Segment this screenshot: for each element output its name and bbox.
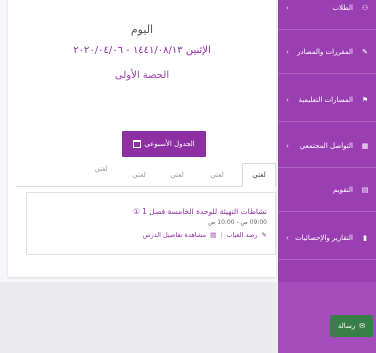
main-content: اليوم الإثنين ١٤٤١/٠٨/١٣ - ٢٠٢٠/٠٤/٠٦ ال… (0, 0, 278, 282)
chevron-left-icon: ‹ (286, 47, 289, 56)
sidebar: ‹ الطلاب ⚇ ‹ المقررات والمصادر ✎ ‹ المسا… (278, 0, 376, 353)
subject-tabs: لغتي لغتي لغتي لغتي لغتي (16, 163, 276, 187)
details-icon: ▤ (210, 231, 217, 239)
sidebar-item-community[interactable]: ‹ التواصل المجتمعي ▦ (278, 124, 376, 168)
tab-label: لغتي (132, 171, 146, 179)
period-title: الحصة الأولى (114, 70, 170, 81)
tab-lughati-2[interactable]: لغتي (202, 163, 232, 187)
lesson-title[interactable]: نشاطات التهيئة للوحدة الخامسة فصل 1 ① (133, 207, 267, 216)
chevron-left-icon: ‹ (286, 95, 289, 104)
paths-icon: ⚑ (361, 95, 369, 104)
attendance-link[interactable]: رصد الغياب (226, 231, 257, 239)
weekly-schedule-label: الجدول الأسبوعي (144, 140, 195, 148)
sidebar-item-label: المسارات التعليمية (298, 95, 353, 104)
lesson-details-link[interactable]: مشاهدة تفاصيل الدرس (143, 231, 206, 239)
sidebar-item-paths[interactable]: ‹ المسارات التعليمية ⚑ (278, 78, 376, 122)
chevron-left-icon: ‹ (286, 3, 289, 12)
calendar-icon (133, 140, 142, 148)
reports-icon: ▮ (363, 233, 367, 242)
sidebar-item-reports[interactable]: ‹ التقارير والإحصائيات ▮ (278, 216, 376, 260)
tab-label: لغتي (94, 165, 108, 173)
sidebar-item-label: المقررات والمصادر (297, 47, 353, 56)
sidebar-item-label: التقويم (333, 185, 353, 194)
message-button[interactable]: رسالة ✉ (330, 315, 373, 337)
lesson-time: 09:00 ص - 10:00 ص (208, 219, 267, 226)
mail-icon: ✉ (359, 322, 366, 330)
students-icon: ⚇ (361, 3, 369, 12)
tab-lughati-1[interactable]: لغتي (242, 163, 276, 187)
tab-label: لغتي (170, 171, 184, 179)
lesson-item: نشاطات التهيئة للوحدة الخامسة فصل 1 ① 09… (26, 192, 276, 255)
sidebar-item-label: التواصل المجتمعي (299, 141, 353, 150)
tab-lughati-5[interactable]: لغتي (86, 157, 116, 181)
schedule-card: اليوم الإثنين ١٤٤١/٠٨/١٣ - ٢٠٢٠/٠٤/٠٦ ال… (8, 0, 276, 277)
divider: | (220, 231, 223, 239)
community-icon: ▦ (361, 141, 369, 150)
attendance-icon: ✎ (261, 231, 267, 239)
tab-label: لغتي (210, 171, 224, 179)
tab-lughati-3[interactable]: لغتي (162, 163, 192, 187)
date-text: الإثنين ١٤٤١/٠٨/١٣ - ٢٠٢٠/٠٤/٠٦ (73, 45, 211, 56)
page: اليوم الإثنين ١٤٤١/٠٨/١٣ - ٢٠٢٠/٠٤/٠٦ ال… (0, 0, 376, 353)
calendar-icon: ▤ (361, 185, 369, 194)
sidebar-item-students[interactable]: ‹ الطلاب ⚇ (278, 0, 376, 30)
chevron-left-icon: ‹ (286, 233, 289, 242)
message-label: رسالة (337, 322, 356, 330)
tab-label: لغتي (252, 171, 266, 179)
day-heading: اليوم (130, 23, 154, 36)
weekly-schedule-button[interactable]: الجدول الأسبوعي (122, 131, 206, 157)
lesson-actions: ✎ رصد الغياب | ▤ مشاهدة تفاصيل الدرس (143, 231, 267, 239)
tab-lughati-4[interactable]: لغتي (124, 163, 154, 187)
chevron-left-icon: ‹ (286, 141, 289, 150)
sidebar-item-label: التقارير والإحصائيات (295, 233, 353, 242)
courses-icon: ✎ (362, 47, 368, 56)
sidebar-item-courses[interactable]: ‹ المقررات والمصادر ✎ (278, 30, 376, 74)
sidebar-item-calendar[interactable]: التقويم ▤ (278, 168, 376, 212)
sidebar-item-label: الطلاب (332, 3, 353, 12)
